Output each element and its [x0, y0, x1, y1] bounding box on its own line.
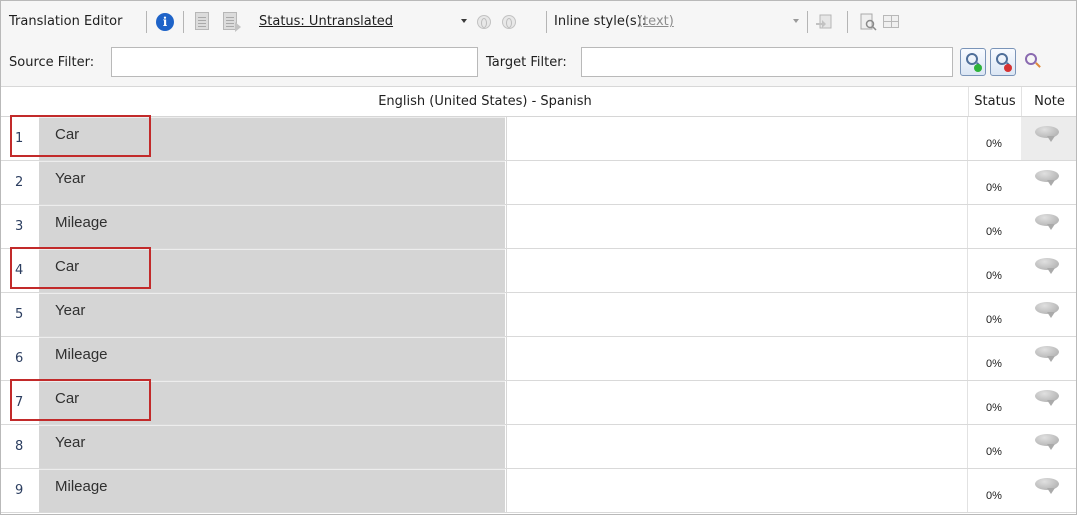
toolbar-separator: [183, 11, 184, 33]
source-filter-label: Source Filter:: [9, 55, 95, 70]
status-percent: 0%: [986, 490, 1002, 502]
table-row[interactable]: 1 Car 0%: [1, 115, 1076, 161]
table-row[interactable]: 2 Year 0%: [1, 161, 1076, 205]
status-percent: 0%: [986, 226, 1002, 238]
insert-tag-icon[interactable]: [815, 13, 833, 31]
source-text-cell[interactable]: Mileage: [39, 337, 505, 380]
source-text-cell[interactable]: Year: [39, 293, 505, 336]
target-text-cell[interactable]: [506, 293, 968, 336]
table-row[interactable]: 8 Year 0%: [1, 425, 1076, 469]
table-row[interactable]: 6 Mileage 0%: [1, 337, 1076, 381]
table-row[interactable]: 9 Mileage 0%: [1, 469, 1076, 513]
filter-bar: Source Filter: Target Filter:: [1, 41, 1076, 87]
bubble-tail: [1047, 224, 1055, 230]
status-percent: 0%: [986, 446, 1002, 458]
note-bubble-icon[interactable]: [1035, 167, 1059, 189]
target-filter-input[interactable]: [581, 47, 953, 77]
toolbar-separator: [146, 11, 147, 33]
preview-icon[interactable]: [859, 13, 877, 31]
bubble-tail: [1047, 488, 1055, 494]
toolbar-separator: [807, 11, 808, 33]
segment-number[interactable]: 3: [1, 205, 39, 248]
status-filter-dropdown[interactable]: Status: Untranslated: [259, 12, 393, 32]
info-icon[interactable]: i: [156, 13, 174, 31]
target-text-cell[interactable]: [506, 249, 968, 292]
target-text-cell[interactable]: [506, 337, 968, 380]
target-text-cell[interactable]: [506, 161, 968, 204]
source-text-cell[interactable]: Year: [39, 161, 505, 204]
bubble-tail: [1047, 180, 1055, 186]
toolbar: Translation Editor i Status: Untranslate…: [1, 1, 1076, 41]
segment-number[interactable]: 5: [1, 293, 39, 336]
status-percent: 0%: [986, 138, 1002, 150]
advanced-search-icon[interactable]: [1025, 53, 1037, 65]
lock-segment-icon[interactable]: [477, 15, 491, 29]
segment-number[interactable]: 7: [1, 381, 39, 424]
note-bubble-icon[interactable]: [1035, 387, 1059, 409]
chevron-down-icon[interactable]: [461, 19, 467, 23]
toolbar-separator: [847, 11, 848, 33]
segment-number[interactable]: 8: [1, 425, 39, 468]
red-dot-icon: [1004, 64, 1012, 72]
target-filter-label: Target Filter:: [486, 55, 567, 70]
target-text-cell[interactable]: [506, 469, 968, 512]
source-text-cell[interactable]: Car: [39, 249, 505, 292]
segment-number[interactable]: 1: [1, 117, 39, 160]
note-bubble-icon[interactable]: [1035, 123, 1059, 145]
source-text-cell[interactable]: Mileage: [39, 469, 505, 512]
target-text-cell[interactable]: [506, 205, 968, 248]
status-percent: 0%: [986, 402, 1002, 414]
status-percent: 0%: [986, 314, 1002, 326]
chevron-down-icon[interactable]: [793, 19, 799, 23]
status-percent: 0%: [986, 270, 1002, 282]
note-bubble-icon[interactable]: [1035, 343, 1059, 365]
segment-number[interactable]: 2: [1, 161, 39, 204]
status-percent: 0%: [986, 358, 1002, 370]
note-bubble-icon[interactable]: [1035, 211, 1059, 233]
green-dot-icon: [974, 64, 982, 72]
source-text-cell[interactable]: Mileage: [39, 205, 505, 248]
apply-filter-button[interactable]: [960, 48, 986, 76]
editor-title: Translation Editor: [9, 14, 123, 29]
target-text-cell[interactable]: [506, 425, 968, 468]
bubble-tail: [1047, 356, 1055, 362]
table-header: English (United States) - Spanish Status…: [1, 87, 1076, 117]
unlock-segment-icon[interactable]: [502, 15, 516, 29]
note-bubble-icon[interactable]: [1035, 475, 1059, 497]
source-text-cell[interactable]: Car: [39, 117, 505, 160]
bubble-tail: [1047, 268, 1055, 274]
segment-number[interactable]: 4: [1, 249, 39, 292]
bubble-tail: [1047, 312, 1055, 318]
note-column-header[interactable]: Note: [1021, 87, 1076, 116]
bubble-tail: [1047, 400, 1055, 406]
segment-number[interactable]: 9: [1, 469, 39, 512]
clear-filter-button[interactable]: [990, 48, 1016, 76]
table-row[interactable]: 5 Year 0%: [1, 293, 1076, 337]
source-filter-input[interactable]: [111, 47, 478, 77]
inline-style-label: Inline style(s):: [554, 14, 647, 29]
target-text-cell[interactable]: [506, 381, 968, 424]
status-column-header[interactable]: Status: [969, 87, 1021, 116]
segment-number[interactable]: 6: [1, 337, 39, 380]
bubble-tail: [1047, 444, 1055, 450]
source-text-cell[interactable]: Car: [39, 381, 505, 424]
language-pair-header[interactable]: English (United States) - Spanish: [1, 87, 969, 116]
bubble-tail: [1047, 136, 1055, 142]
table-row[interactable]: 4 Car 0%: [1, 247, 1076, 293]
toolbar-separator: [546, 11, 547, 33]
edit-document-icon[interactable]: [195, 12, 209, 30]
source-text-cell[interactable]: Year: [39, 425, 505, 468]
table-view-icon[interactable]: [883, 15, 899, 28]
table-row[interactable]: 3 Mileage 0%: [1, 205, 1076, 249]
target-text-cell[interactable]: [506, 117, 968, 160]
note-bubble-icon[interactable]: [1035, 431, 1059, 453]
note-bubble-icon[interactable]: [1035, 299, 1059, 321]
translation-editor-window: Translation Editor i Status: Untranslate…: [0, 0, 1077, 515]
inline-style-dropdown[interactable]: (text): [638, 12, 674, 32]
next-document-icon[interactable]: [223, 12, 241, 32]
table-row[interactable]: 7 Car 0%: [1, 379, 1076, 425]
note-bubble-icon[interactable]: [1035, 255, 1059, 277]
status-percent: 0%: [986, 182, 1002, 194]
